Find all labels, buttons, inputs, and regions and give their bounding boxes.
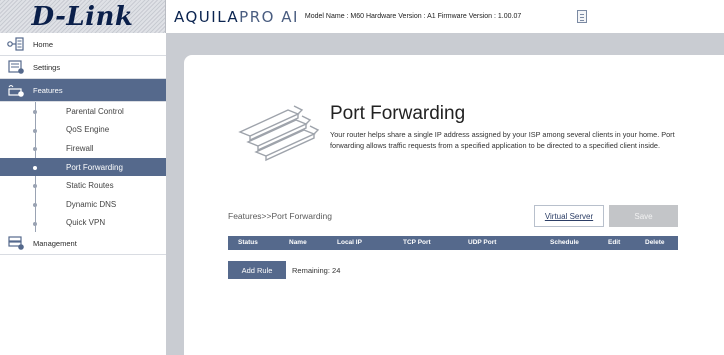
save-button[interactable]: Save [609, 205, 678, 227]
rules-table-header: Status Name Local IP TCP Port UDP Port S… [228, 236, 678, 250]
submenu-label: Firewall [66, 143, 94, 153]
add-rule-button[interactable]: Add Rule [228, 261, 286, 279]
main-panel: Port Forwarding Your router helps share … [166, 33, 724, 355]
features-icon [7, 83, 25, 97]
column-status: Status [238, 239, 258, 246]
sidebar-item-home[interactable]: Home [0, 33, 166, 56]
page-description: Your router helps share a single IP addr… [330, 130, 675, 150]
management-icon [7, 236, 25, 250]
sidebar-item-firewall[interactable]: Firewall [0, 139, 166, 158]
column-local-ip: Local IP [337, 239, 362, 246]
virtual-server-button[interactable]: Virtual Server [534, 205, 604, 227]
submenu-label: Quick VPN [66, 218, 106, 228]
features-submenu: Parental Control QoS Engine Firewall Por… [0, 102, 166, 233]
sidebar-label-home: Home [33, 39, 54, 49]
content-card: Port Forwarding Your router helps share … [184, 55, 724, 355]
sidebar: Home Settings Features Parental Control [0, 33, 166, 355]
sidebar-item-settings[interactable]: Settings [0, 56, 166, 79]
settings-icon [7, 60, 25, 74]
remaining-count: Remaining: 24 [292, 266, 341, 275]
sidebar-item-quick-vpn[interactable]: Quick VPN [0, 214, 166, 233]
sidebar-item-features[interactable]: Features [0, 79, 166, 102]
column-name: Name [289, 239, 307, 246]
submenu-label: Parental Control [66, 106, 124, 116]
column-tcp-port: TCP Port [403, 239, 431, 246]
logo-text: D-Link [31, 1, 134, 32]
column-udp-port: UDP Port [468, 239, 497, 246]
model-info: Model Name : M60 Hardware Version : A1 F… [304, 13, 522, 20]
brand-main: AQUILA [174, 7, 240, 26]
port-forwarding-illustration-icon [238, 105, 320, 162]
breadcrumb: Features>>Port Forwarding [228, 211, 332, 221]
dlink-logo: D-Link [0, 0, 166, 33]
sidebar-item-dynamic-dns[interactable]: Dynamic DNS [0, 195, 166, 214]
sidebar-label-management: Management [33, 238, 77, 248]
column-edit: Edit [608, 239, 621, 246]
sidebar-label-features: Features [33, 85, 63, 95]
sidebar-item-qos-engine[interactable]: QoS Engine [0, 121, 166, 140]
sidebar-item-port-forwarding[interactable]: Port Forwarding [0, 157, 166, 177]
sidebar-label-settings: Settings [33, 62, 61, 72]
submenu-label: Static Routes [66, 181, 114, 191]
submenu-label: Dynamic DNS [66, 199, 117, 209]
aquila-pro-brand: AQUILAPRO AI [174, 8, 299, 26]
document-icon[interactable] [577, 10, 587, 23]
column-delete: Delete [645, 239, 665, 246]
column-schedule: Schedule [550, 239, 579, 246]
sidebar-item-parental-control[interactable]: Parental Control [0, 102, 166, 121]
submenu-label: Port Forwarding [66, 162, 123, 172]
submenu-label: QoS Engine [66, 125, 110, 135]
sidebar-item-static-routes[interactable]: Static Routes [0, 176, 166, 195]
page-title: Port Forwarding [330, 103, 466, 124]
sidebar-item-management[interactable]: Management [0, 232, 166, 256]
top-bar: AQUILAPRO AI Model Name : M60 Hardware V… [166, 0, 724, 33]
home-icon [7, 37, 25, 51]
brand-pro: PRO AI [239, 7, 299, 26]
